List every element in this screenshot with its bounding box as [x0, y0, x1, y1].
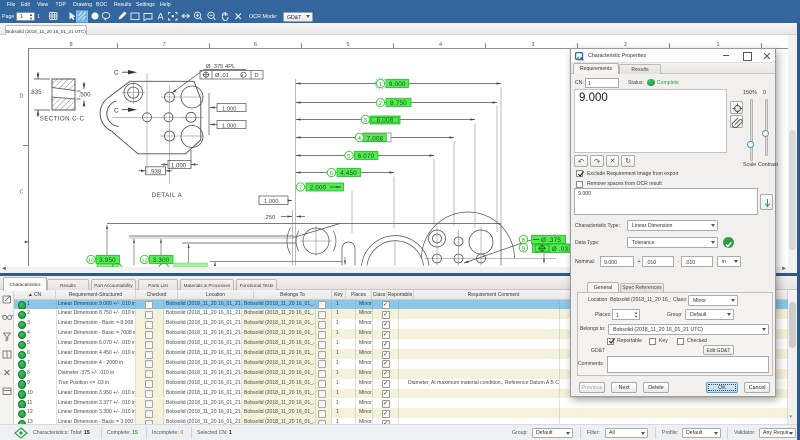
svg-text:4.450: 4.450: [340, 170, 357, 177]
svg-text:2: 2: [379, 101, 382, 107]
svg-text:.835: .835: [30, 89, 43, 96]
svg-text:9: 9: [522, 246, 525, 252]
svg-text:7.008: 7.008: [367, 135, 384, 142]
svg-text:10: 10: [88, 258, 94, 263]
svg-text:2.000: 2.000: [310, 185, 327, 192]
svg-text:4: 4: [358, 136, 362, 142]
svg-text:6: 6: [254, 42, 257, 48]
svg-text:3: 3: [531, 42, 534, 48]
svg-text:3.300: 3.300: [153, 257, 170, 264]
svg-text:7: 7: [299, 186, 302, 192]
svg-text:OCR Mode:: OCR Mode:: [249, 14, 277, 20]
svg-text:1.000: 1.000: [171, 163, 187, 169]
svg-text:.250: .250: [264, 215, 275, 221]
svg-text:C: C: [114, 108, 119, 115]
svg-text:8: 8: [69, 42, 72, 48]
svg-text:C: C: [20, 190, 24, 196]
svg-text:Ø .375: Ø .375: [541, 237, 561, 244]
svg-text:1.000: 1.000: [264, 199, 279, 205]
svg-text:Ø .01: Ø .01: [215, 73, 229, 79]
svg-text:.938: .938: [150, 170, 162, 176]
svg-text:6.070: 6.070: [358, 153, 375, 160]
svg-text:1.000: 1.000: [222, 123, 237, 129]
svg-text:8: 8: [522, 238, 525, 244]
svg-text:9.000: 9.000: [389, 81, 406, 88]
svg-text:1: 1: [379, 82, 382, 88]
svg-text:6: 6: [330, 171, 333, 177]
svg-text:8.750: 8.750: [390, 100, 407, 107]
svg-text:Ø .375 4PL: Ø .375 4PL: [206, 64, 236, 70]
svg-text:1.000: 1.000: [222, 106, 237, 112]
svg-text:D: D: [255, 73, 259, 79]
svg-text:.500: .500: [79, 92, 92, 99]
svg-text:3.950: 3.950: [99, 257, 116, 264]
svg-text:M: M: [240, 74, 243, 78]
svg-text:C: C: [114, 70, 119, 77]
svg-text:5: 5: [347, 154, 350, 160]
svg-text:8.008: 8.008: [377, 117, 394, 124]
svg-text:D: D: [20, 94, 24, 100]
svg-text:5: 5: [346, 42, 349, 48]
svg-text:12: 12: [142, 258, 148, 263]
svg-text:4: 4: [439, 42, 442, 48]
svg-text:7: 7: [162, 42, 165, 48]
svg-text:Ø .03: Ø .03: [552, 246, 569, 253]
svg-text:DETAIL A: DETAIL A: [152, 192, 183, 199]
svg-text:3: 3: [364, 118, 367, 124]
svg-text:A: A: [158, 12, 164, 22]
svg-text:SECTION C-C: SECTION C-C: [40, 116, 85, 123]
